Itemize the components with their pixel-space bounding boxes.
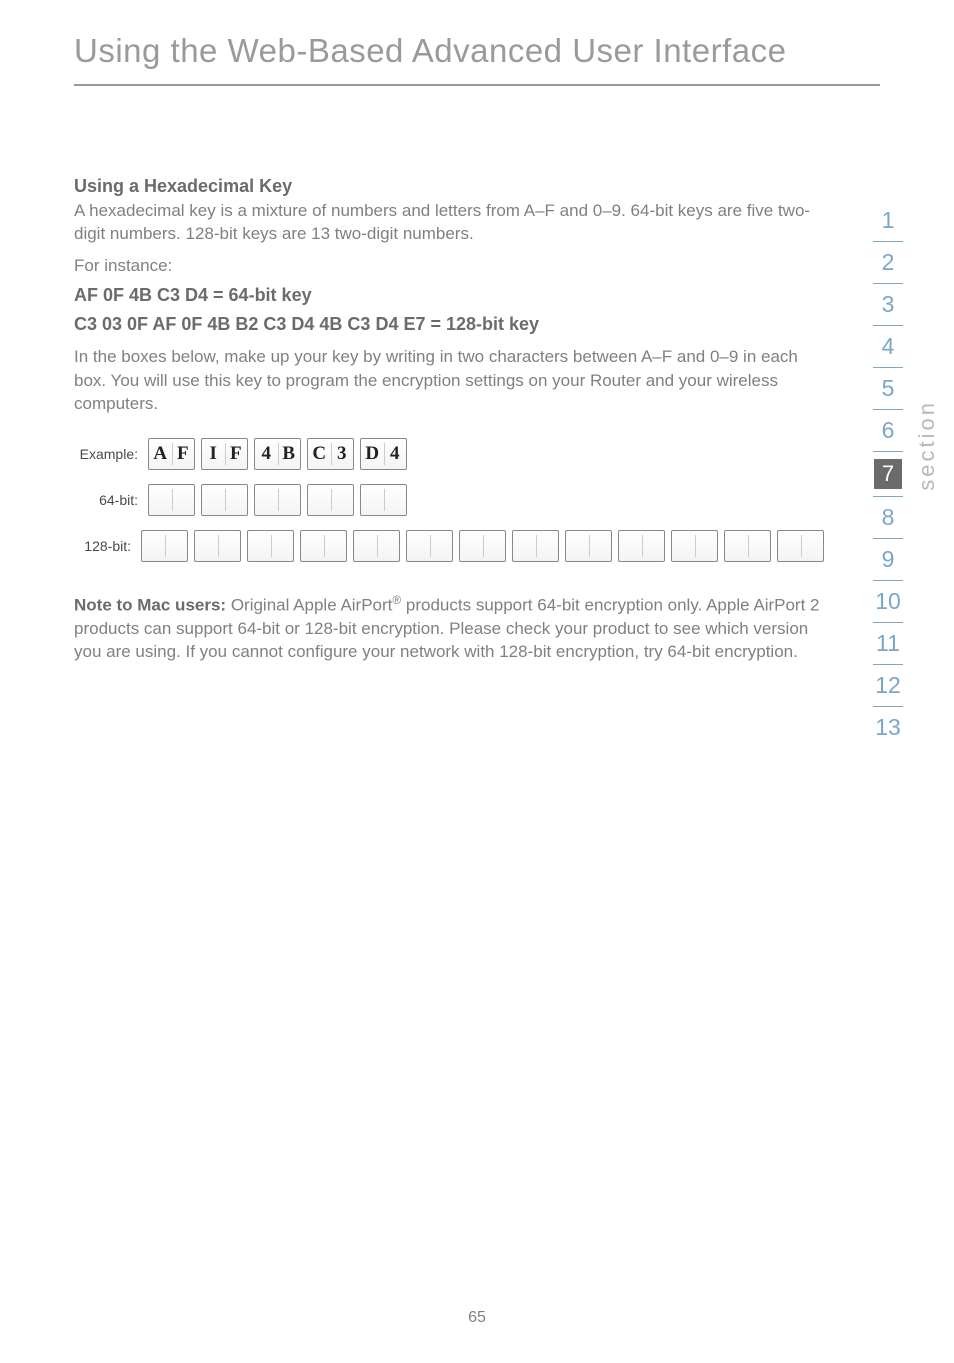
mac-note-pre: Original Apple AirPort bbox=[226, 595, 392, 614]
para-instruct: In the boxes below, make up your key by … bbox=[74, 345, 824, 415]
nav-number-10[interactable]: 10 bbox=[858, 588, 918, 615]
key-box: 4B bbox=[254, 438, 301, 470]
mac-note: Note to Mac users: Original Apple AirPor… bbox=[74, 592, 824, 664]
key-row-example: Example: AFIF4BC3D4 bbox=[74, 438, 824, 470]
key-box bbox=[148, 484, 195, 516]
nav-divider bbox=[873, 367, 903, 368]
nav-number-5[interactable]: 5 bbox=[858, 375, 918, 402]
nav-number-3[interactable]: 3 bbox=[858, 291, 918, 318]
key-label-example: Example: bbox=[74, 446, 148, 462]
key-box bbox=[360, 484, 407, 516]
nav-divider bbox=[873, 622, 903, 623]
mac-note-lead: Note to Mac users: bbox=[74, 595, 226, 614]
nav-number-7[interactable]: 7 bbox=[874, 459, 902, 489]
key-box: D4 bbox=[360, 438, 407, 470]
key-box bbox=[247, 530, 294, 562]
key-box bbox=[565, 530, 612, 562]
key-box bbox=[671, 530, 718, 562]
nav-divider bbox=[873, 409, 903, 410]
key-box: C3 bbox=[307, 438, 354, 470]
for-instance: For instance: bbox=[74, 254, 824, 277]
key-box: AF bbox=[148, 438, 195, 470]
section-nav: 12345678910111213 bbox=[858, 200, 918, 748]
key-box bbox=[406, 530, 453, 562]
key-box bbox=[254, 484, 301, 516]
key-box bbox=[307, 484, 354, 516]
nav-divider bbox=[873, 706, 903, 707]
nav-divider bbox=[873, 664, 903, 665]
heading-hex-key: Using a Hexadecimal Key bbox=[74, 176, 824, 197]
key-label-64: 64-bit: bbox=[74, 492, 148, 508]
key-label-128: 128-bit: bbox=[74, 538, 141, 554]
page-number: 65 bbox=[0, 1309, 954, 1327]
nav-number-13[interactable]: 13 bbox=[858, 714, 918, 741]
key-boxes-64 bbox=[148, 484, 407, 516]
nav-number-6[interactable]: 6 bbox=[858, 417, 918, 444]
key-box bbox=[459, 530, 506, 562]
nav-divider bbox=[873, 451, 903, 452]
para-hex: A hexadecimal key is a mixture of number… bbox=[74, 199, 824, 246]
key64-line: AF 0F 4B C3 D4 = 64-bit key bbox=[74, 285, 824, 306]
key-box bbox=[777, 530, 824, 562]
key-entry-illustration: Example: AFIF4BC3D4 64-bit: 128-bit: bbox=[74, 438, 824, 562]
key-box bbox=[724, 530, 771, 562]
key-row-128: 128-bit: bbox=[74, 530, 824, 562]
nav-divider bbox=[873, 241, 903, 242]
key-row-64: 64-bit: bbox=[74, 484, 824, 516]
key-box bbox=[300, 530, 347, 562]
nav-number-2[interactable]: 2 bbox=[858, 249, 918, 276]
key-box bbox=[201, 484, 248, 516]
nav-number-12[interactable]: 12 bbox=[858, 672, 918, 699]
key-boxes-128 bbox=[141, 530, 824, 562]
key-box bbox=[618, 530, 665, 562]
nav-divider bbox=[873, 538, 903, 539]
key-boxes-example: AFIF4BC3D4 bbox=[148, 438, 407, 470]
nav-number-4[interactable]: 4 bbox=[858, 333, 918, 360]
page-title: Using the Web-Based Advanced User Interf… bbox=[0, 0, 954, 70]
nav-number-9[interactable]: 9 bbox=[858, 546, 918, 573]
main-content: Using a Hexadecimal Key A hexadecimal ke… bbox=[0, 86, 954, 664]
section-label: section bbox=[914, 400, 940, 491]
key-box bbox=[353, 530, 400, 562]
nav-number-11[interactable]: 11 bbox=[858, 630, 918, 657]
key-box bbox=[194, 530, 241, 562]
key-box: IF bbox=[201, 438, 248, 470]
nav-number-1[interactable]: 1 bbox=[858, 207, 918, 234]
key-box bbox=[141, 530, 188, 562]
nav-divider bbox=[873, 325, 903, 326]
nav-divider bbox=[873, 496, 903, 497]
nav-divider bbox=[873, 580, 903, 581]
nav-divider bbox=[873, 283, 903, 284]
registered-symbol: ® bbox=[392, 593, 401, 607]
key-box bbox=[512, 530, 559, 562]
nav-number-8[interactable]: 8 bbox=[858, 504, 918, 531]
key128-line: C3 03 0F AF 0F 4B B2 C3 D4 4B C3 D4 E7 =… bbox=[74, 314, 824, 335]
